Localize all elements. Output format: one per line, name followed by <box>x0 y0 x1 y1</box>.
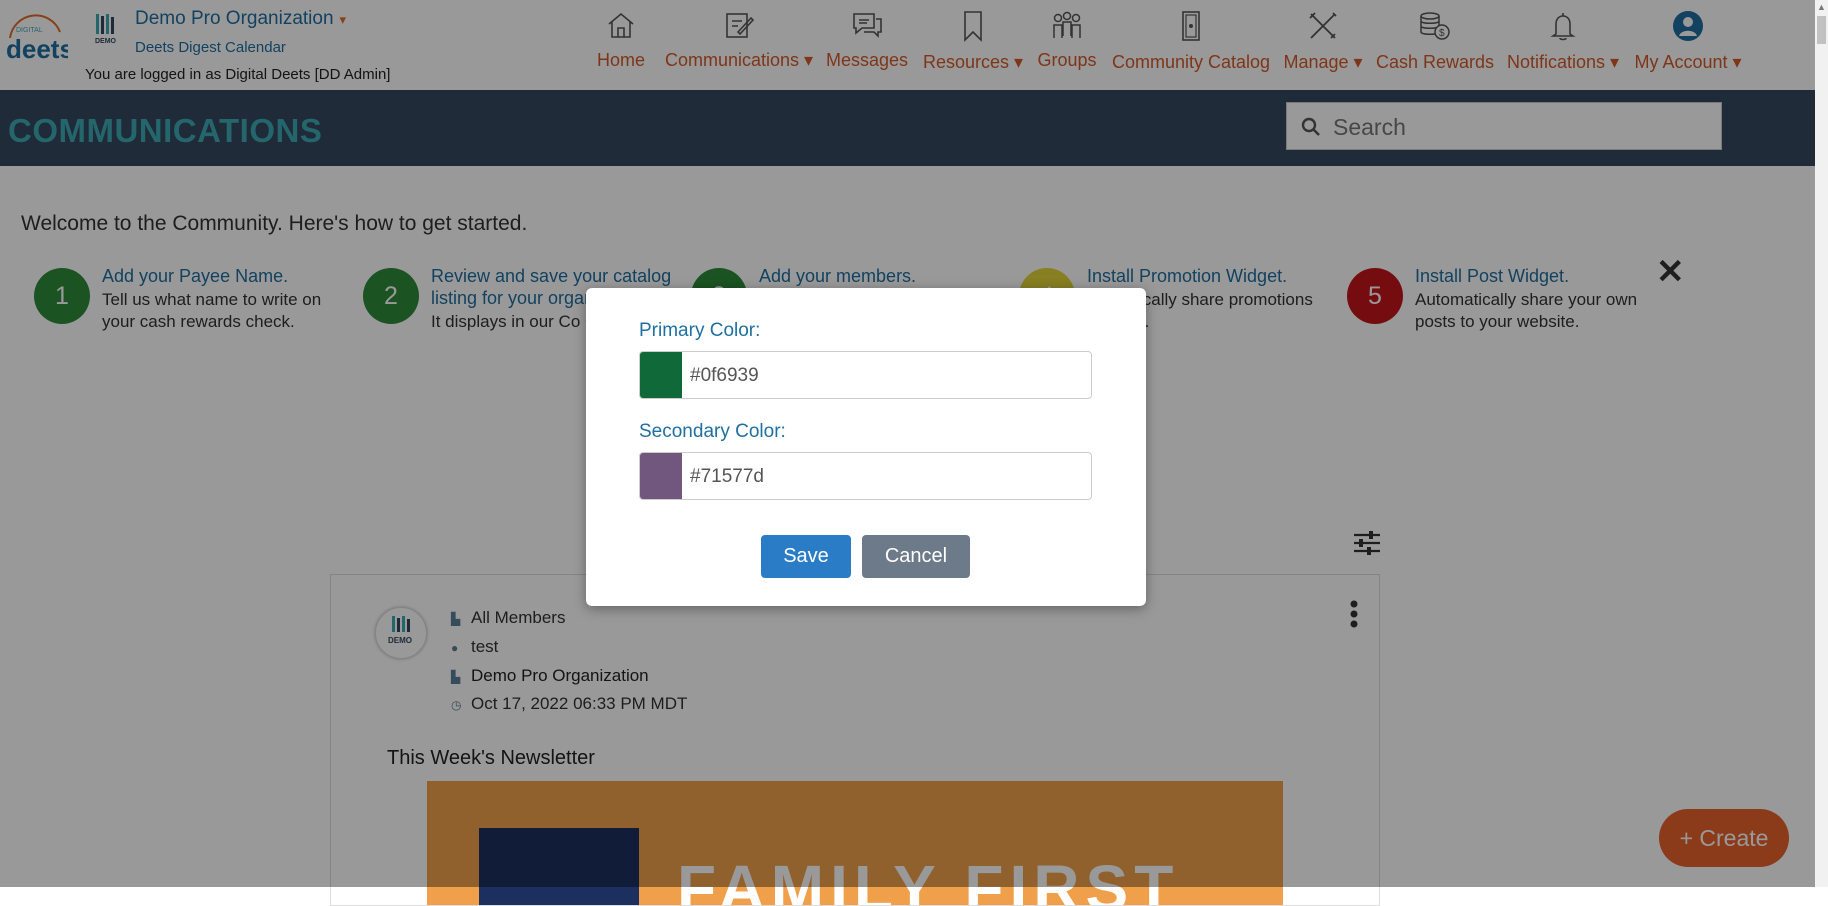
secondary-color-field[interactable] <box>639 452 1092 500</box>
scroll-up-icon[interactable]: ▲ <box>1815 0 1828 14</box>
primary-color-field[interactable] <box>639 351 1092 399</box>
secondary-color-input[interactable] <box>688 459 1082 495</box>
primary-color-input[interactable] <box>688 358 1082 394</box>
primary-color-label: Primary Color: <box>639 320 761 341</box>
color-settings-dialog: Primary Color: Secondary Color: Save Can… <box>586 288 1146 606</box>
primary-color-swatch[interactable] <box>640 352 682 398</box>
scrollbar-thumb[interactable] <box>1817 16 1826 44</box>
save-button[interactable]: Save <box>761 535 851 578</box>
secondary-color-label: Secondary Color: <box>639 421 786 442</box>
secondary-color-swatch[interactable] <box>640 453 682 499</box>
cancel-button[interactable]: Cancel <box>862 535 970 578</box>
scrollbar[interactable]: ▲ <box>1815 0 1828 887</box>
